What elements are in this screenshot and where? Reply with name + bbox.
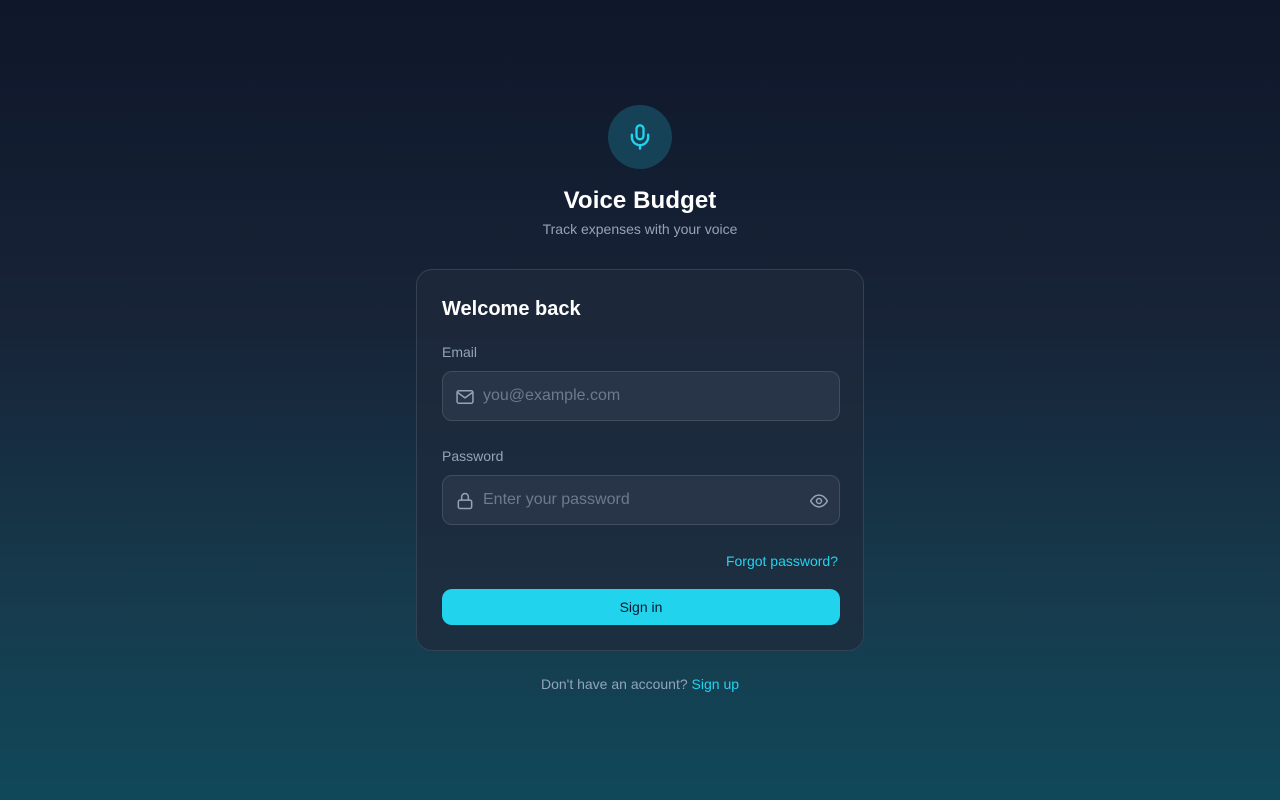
microphone-icon	[630, 124, 650, 150]
password-field-wrapper	[442, 475, 840, 525]
sign-in-button[interactable]: Sign in	[442, 589, 840, 625]
lock-icon	[457, 492, 473, 510]
mail-icon	[456, 390, 474, 404]
email-label: Email	[442, 344, 478, 360]
login-card: Welcome back Email Password Forgot passw…	[416, 269, 864, 651]
email-input[interactable]	[443, 372, 839, 420]
signup-prompt-text: Don't have an account?	[540, 676, 688, 692]
card-title: Welcome back	[442, 298, 581, 320]
app-title: Voice Budget	[563, 187, 717, 214]
password-label: Password	[442, 448, 504, 464]
forgot-password-link[interactable]: Forgot password?	[726, 553, 838, 569]
show-password-toggle[interactable]	[809, 491, 829, 511]
forgot-password-row: Forgot password?	[442, 553, 838, 571]
eye-icon	[809, 494, 829, 508]
email-field-wrapper	[442, 371, 840, 421]
sign-up-link[interactable]: Sign up	[692, 676, 739, 692]
logo-badge	[608, 105, 672, 169]
brand-header: Voice Budget Track expenses with your vo…	[0, 105, 1280, 237]
password-input[interactable]	[443, 476, 839, 524]
signup-prompt: Don't have an account? Sign up	[0, 676, 1280, 692]
app-subtitle: Track expenses with your voice	[542, 221, 738, 237]
